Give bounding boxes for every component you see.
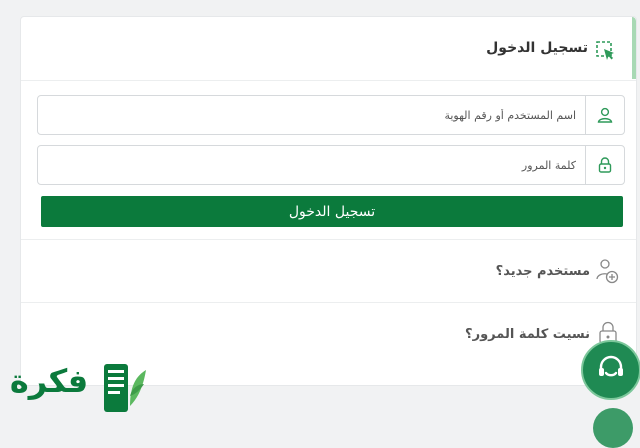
forgot-password-label: نسيت كلمة المرور؟ — [465, 327, 590, 342]
user-icon — [585, 96, 624, 134]
book-leaf-icon — [100, 356, 150, 421]
add-user-icon — [595, 257, 619, 289]
support-chat-icon — [595, 352, 627, 388]
new-user-link[interactable]: مستخدم جديد؟ — [21, 239, 636, 302]
username-field[interactable] — [37, 95, 625, 135]
username-input[interactable] — [76, 96, 576, 134]
login-card: تسجيل الدخول تسجيل الدخول — [20, 16, 637, 386]
password-field[interactable] — [37, 145, 625, 185]
login-cursor-icon — [595, 40, 617, 62]
login-title: تسجيل الدخول — [486, 40, 588, 56]
login-header: تسجيل الدخول — [21, 17, 636, 81]
password-input[interactable] — [76, 146, 576, 184]
support-chat-button[interactable] — [581, 340, 640, 400]
fikra-logo: فكرة — [0, 356, 150, 417]
logo-text: فكرة — [9, 362, 89, 400]
lock-icon — [585, 146, 624, 184]
login-button[interactable]: تسجيل الدخول — [41, 196, 623, 227]
new-user-label: مستخدم جديد؟ — [495, 264, 590, 279]
secondary-floating-button[interactable] — [593, 408, 633, 448]
